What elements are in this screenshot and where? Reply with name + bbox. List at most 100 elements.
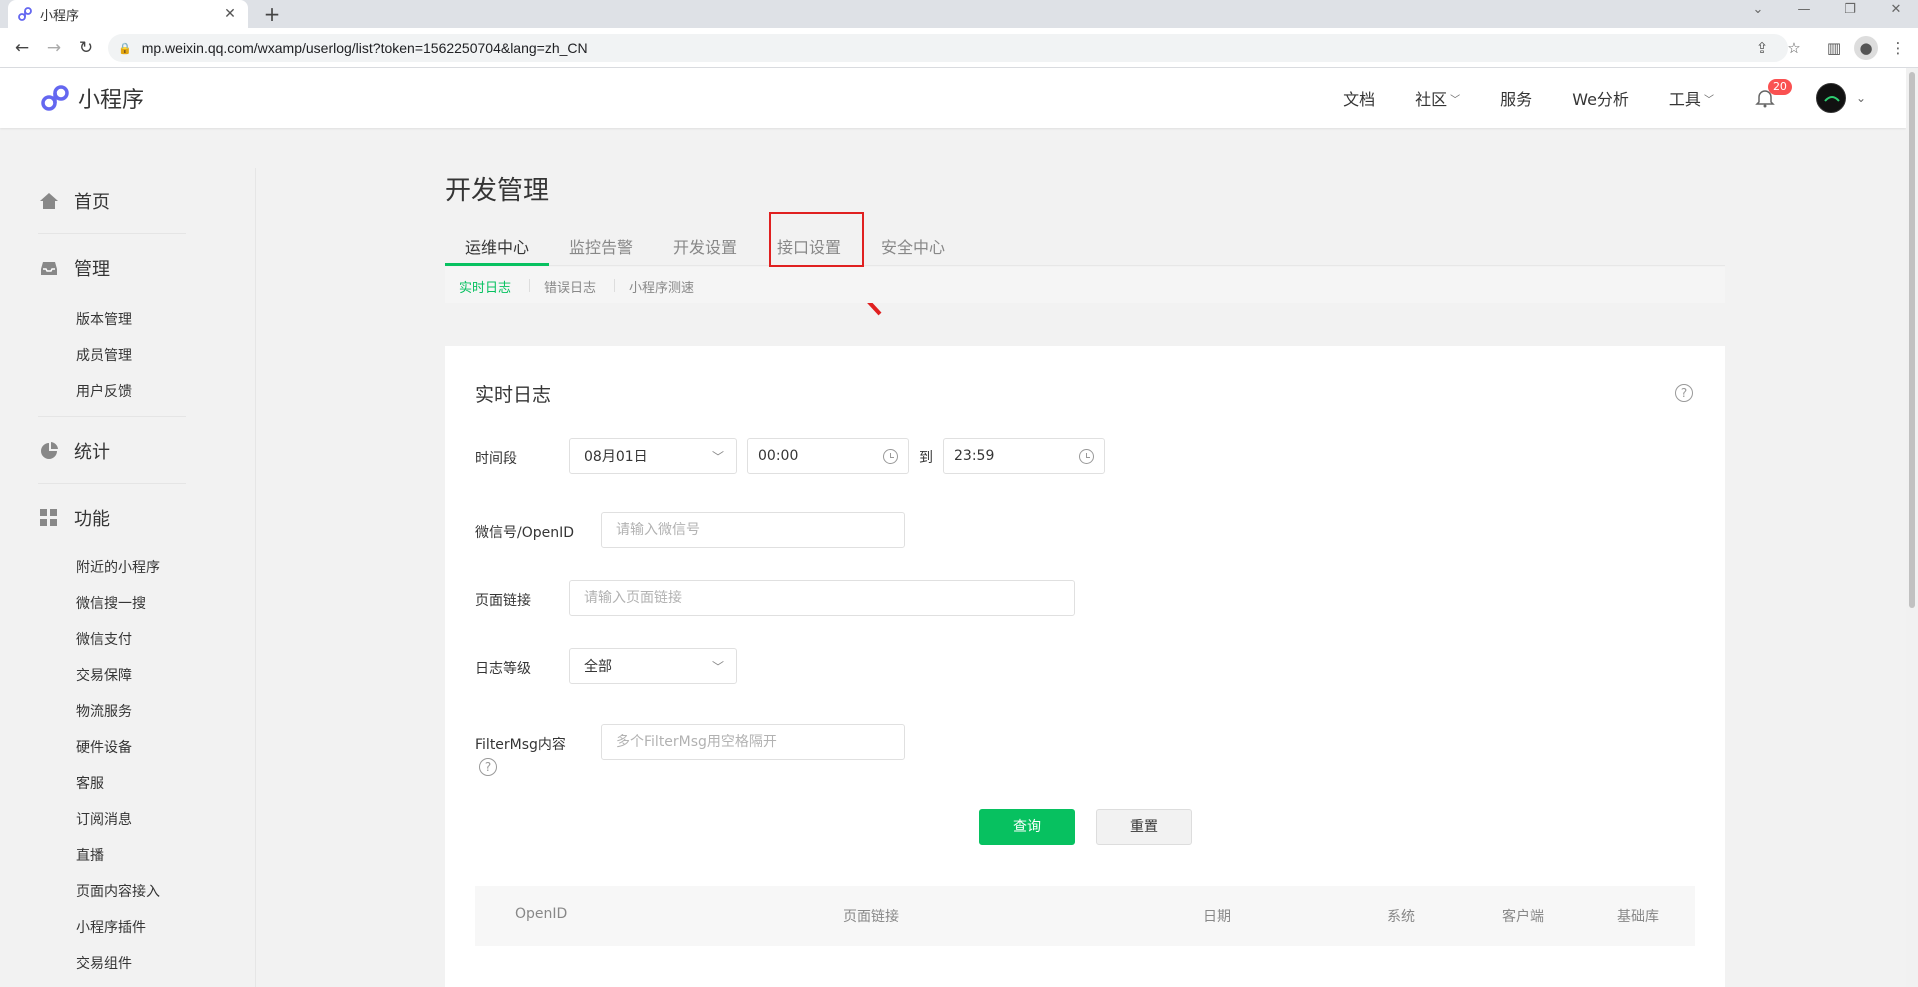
sidebar-item-user-feedback[interactable]: 用户反馈 [76,381,132,401]
column-date[interactable]: 日期 [1203,906,1231,926]
sidebar-item-version-management[interactable]: 版本管理 [76,309,132,329]
top-nav: 文档 社区 ﹀ 服务 We分析 工具 ﹀ 20 ⌄ [1343,68,1906,128]
lock-icon: 🔒 [118,42,132,55]
sidebar-item-live[interactable]: 直播 [76,845,104,865]
new-tab-button[interactable]: + [260,2,284,26]
subtab-speed-test[interactable]: 小程序测速 [629,277,694,296]
openid-label: 微信号/OpenID [475,525,575,541]
sidebar-item-nearby-miniprogram[interactable]: 附近的小程序 [76,557,160,577]
nav-tools[interactable]: 工具 ﹀ [1669,86,1714,110]
back-arrow-icon[interactable]: ← [10,36,34,60]
nav-community-label: 社区 [1415,90,1448,109]
reload-icon[interactable]: ↻ [74,36,98,60]
more-menu-icon[interactable]: ⋮ [1886,36,1910,60]
sidebar-item-hardware[interactable]: 硬件设备 [76,737,132,757]
page-link-field[interactable] [584,590,1060,606]
date-value: 08月01日 [584,449,648,465]
page-link-input[interactable] [569,580,1075,616]
reset-button[interactable]: 重置 [1096,809,1192,845]
tab-dev-settings[interactable]: 开发设置 [673,234,737,258]
chevron-down-icon: ﹀ [1450,94,1461,106]
help-icon[interactable]: ? [1675,384,1693,402]
subtab-realtime-log[interactable]: 实时日志 [459,277,511,296]
column-client[interactable]: 客户端 [1502,906,1544,926]
restore-window-button[interactable]: ❐ [1840,2,1860,17]
active-tab-indicator [445,263,549,266]
sidebar-item-trade-component[interactable]: 交易组件 [76,953,132,973]
sidebar-group-home[interactable]: 首页 [38,188,110,214]
sidebar-item-wechat-search[interactable]: 微信搜一搜 [76,593,146,613]
scrollbar-thumb[interactable] [1909,72,1915,608]
sidebar-group-statistics[interactable]: 统计 [38,438,110,464]
nav-services-label: 服务 [1500,90,1533,109]
openid-input[interactable] [601,512,905,548]
clock-icon [1079,449,1094,464]
notification-bell[interactable]: 20 [1754,79,1792,109]
subtab-divider [529,279,530,292]
card-title: 实时日志 [475,384,552,406]
brand-logo[interactable]: 小程序 [40,82,144,114]
avatar[interactable] [1815,83,1846,113]
sidebar-group-manage[interactable]: 管理 [38,255,110,281]
browser-tab-bar: 小程序 ✕ + ⌄ — ❐ ✕ [0,0,1918,28]
nav-community[interactable]: 社区 ﹀ [1415,86,1460,110]
sidebar-item-page-content[interactable]: 页面内容接入 [76,881,160,901]
sidebar-item-plugins[interactable]: 小程序插件 [76,917,146,937]
query-button[interactable]: 查询 [979,809,1075,845]
nav-docs[interactable]: 文档 [1343,86,1375,110]
sidebar-item-member-management[interactable]: 成员管理 [76,345,132,365]
share-icon[interactable]: ⇪ [1750,36,1774,60]
miniprogram-logo-icon [41,85,69,111]
nav-we-analytics[interactable]: We分析 [1572,86,1629,110]
side-panel-icon[interactable]: ▥ [1822,36,1846,60]
page-scrollbar[interactable] [1906,68,1918,987]
close-window-button[interactable]: ✕ [1886,2,1906,17]
help-icon[interactable]: ? [479,758,497,776]
log-level-label: 日志等级 [475,661,531,677]
address-bar[interactable]: 🔒 mp.weixin.qq.com/wxamp/userlog/list?to… [108,34,1788,62]
sidebar-item-wechat-pay[interactable]: 微信支付 [76,629,132,649]
sidebar-item-subscription-messages[interactable]: 订阅消息 [76,809,132,829]
minimize-window-button[interactable]: — [1794,2,1814,17]
nav-docs-label: 文档 [1343,90,1376,109]
filtermsg-field[interactable] [616,734,890,750]
chevron-down-icon[interactable]: ⌄ [1748,2,1768,17]
end-time-picker[interactable]: 23:59 [943,438,1105,474]
subtab-error-log[interactable]: 错误日志 [544,277,596,296]
chevron-down-icon[interactable]: ⌄ [1856,91,1866,105]
page-title: 开发管理 [445,176,550,206]
log-level-select[interactable]: 全部 ﹀ [569,648,737,684]
nav-services[interactable]: 服务 [1500,86,1532,110]
column-base-library[interactable]: 基础库 [1617,906,1659,926]
sidebar-group-features[interactable]: 功能 [38,505,110,531]
browser-tab-title: 小程序 [40,8,80,24]
filtermsg-input[interactable] [601,724,905,760]
sidebar-item-logistics[interactable]: 物流服务 [76,701,132,721]
nav-tools-label: 工具 [1668,90,1701,109]
forward-arrow-icon[interactable]: → [42,36,66,60]
sidebar-item-trade-guarantee[interactable]: 交易保障 [76,665,132,685]
start-time-picker[interactable]: 00:00 [747,438,909,474]
tab-security-center[interactable]: 安全中心 [881,234,945,258]
tab-ops-center[interactable]: 运维中心 [465,234,529,258]
tab-monitoring-alerts[interactable]: 监控告警 [569,234,633,258]
date-select[interactable]: 08月01日 ﹀ [569,438,737,474]
nav-we-analytics-label: We分析 [1572,90,1629,109]
bookmark-star-icon[interactable]: ☆ [1782,36,1806,60]
sidebar-divider [38,233,186,234]
browser-tab[interactable]: 小程序 ✕ [8,0,248,28]
url-text: mp.weixin.qq.com/wxamp/userlog/list?toke… [141,40,588,56]
profile-icon[interactable]: ● [1854,36,1878,60]
openid-field[interactable] [616,522,890,538]
app-header: 小程序 文档 社区 ﹀ 服务 We分析 工具 ﹀ 20 ⌄ [0,68,1906,128]
log-level-value: 全部 [584,659,612,675]
close-tab-icon[interactable]: ✕ [222,6,238,22]
sidebar-item-customer-service[interactable]: 客服 [76,773,104,793]
page-link-label: 页面链接 [475,593,531,609]
table-header: OpenID 页面链接 日期 系统 客户端 基础库 [475,886,1695,946]
sidebar-group-label: 首页 [74,192,110,213]
column-openid[interactable]: OpenID [515,906,567,922]
column-page-link[interactable]: 页面链接 [843,906,899,926]
column-system[interactable]: 系统 [1387,906,1415,926]
sidebar: 首页 管理 版本管理 成员管理 用户反馈 统计 功能 附近的小程序 微信搜一搜 … [0,168,256,987]
